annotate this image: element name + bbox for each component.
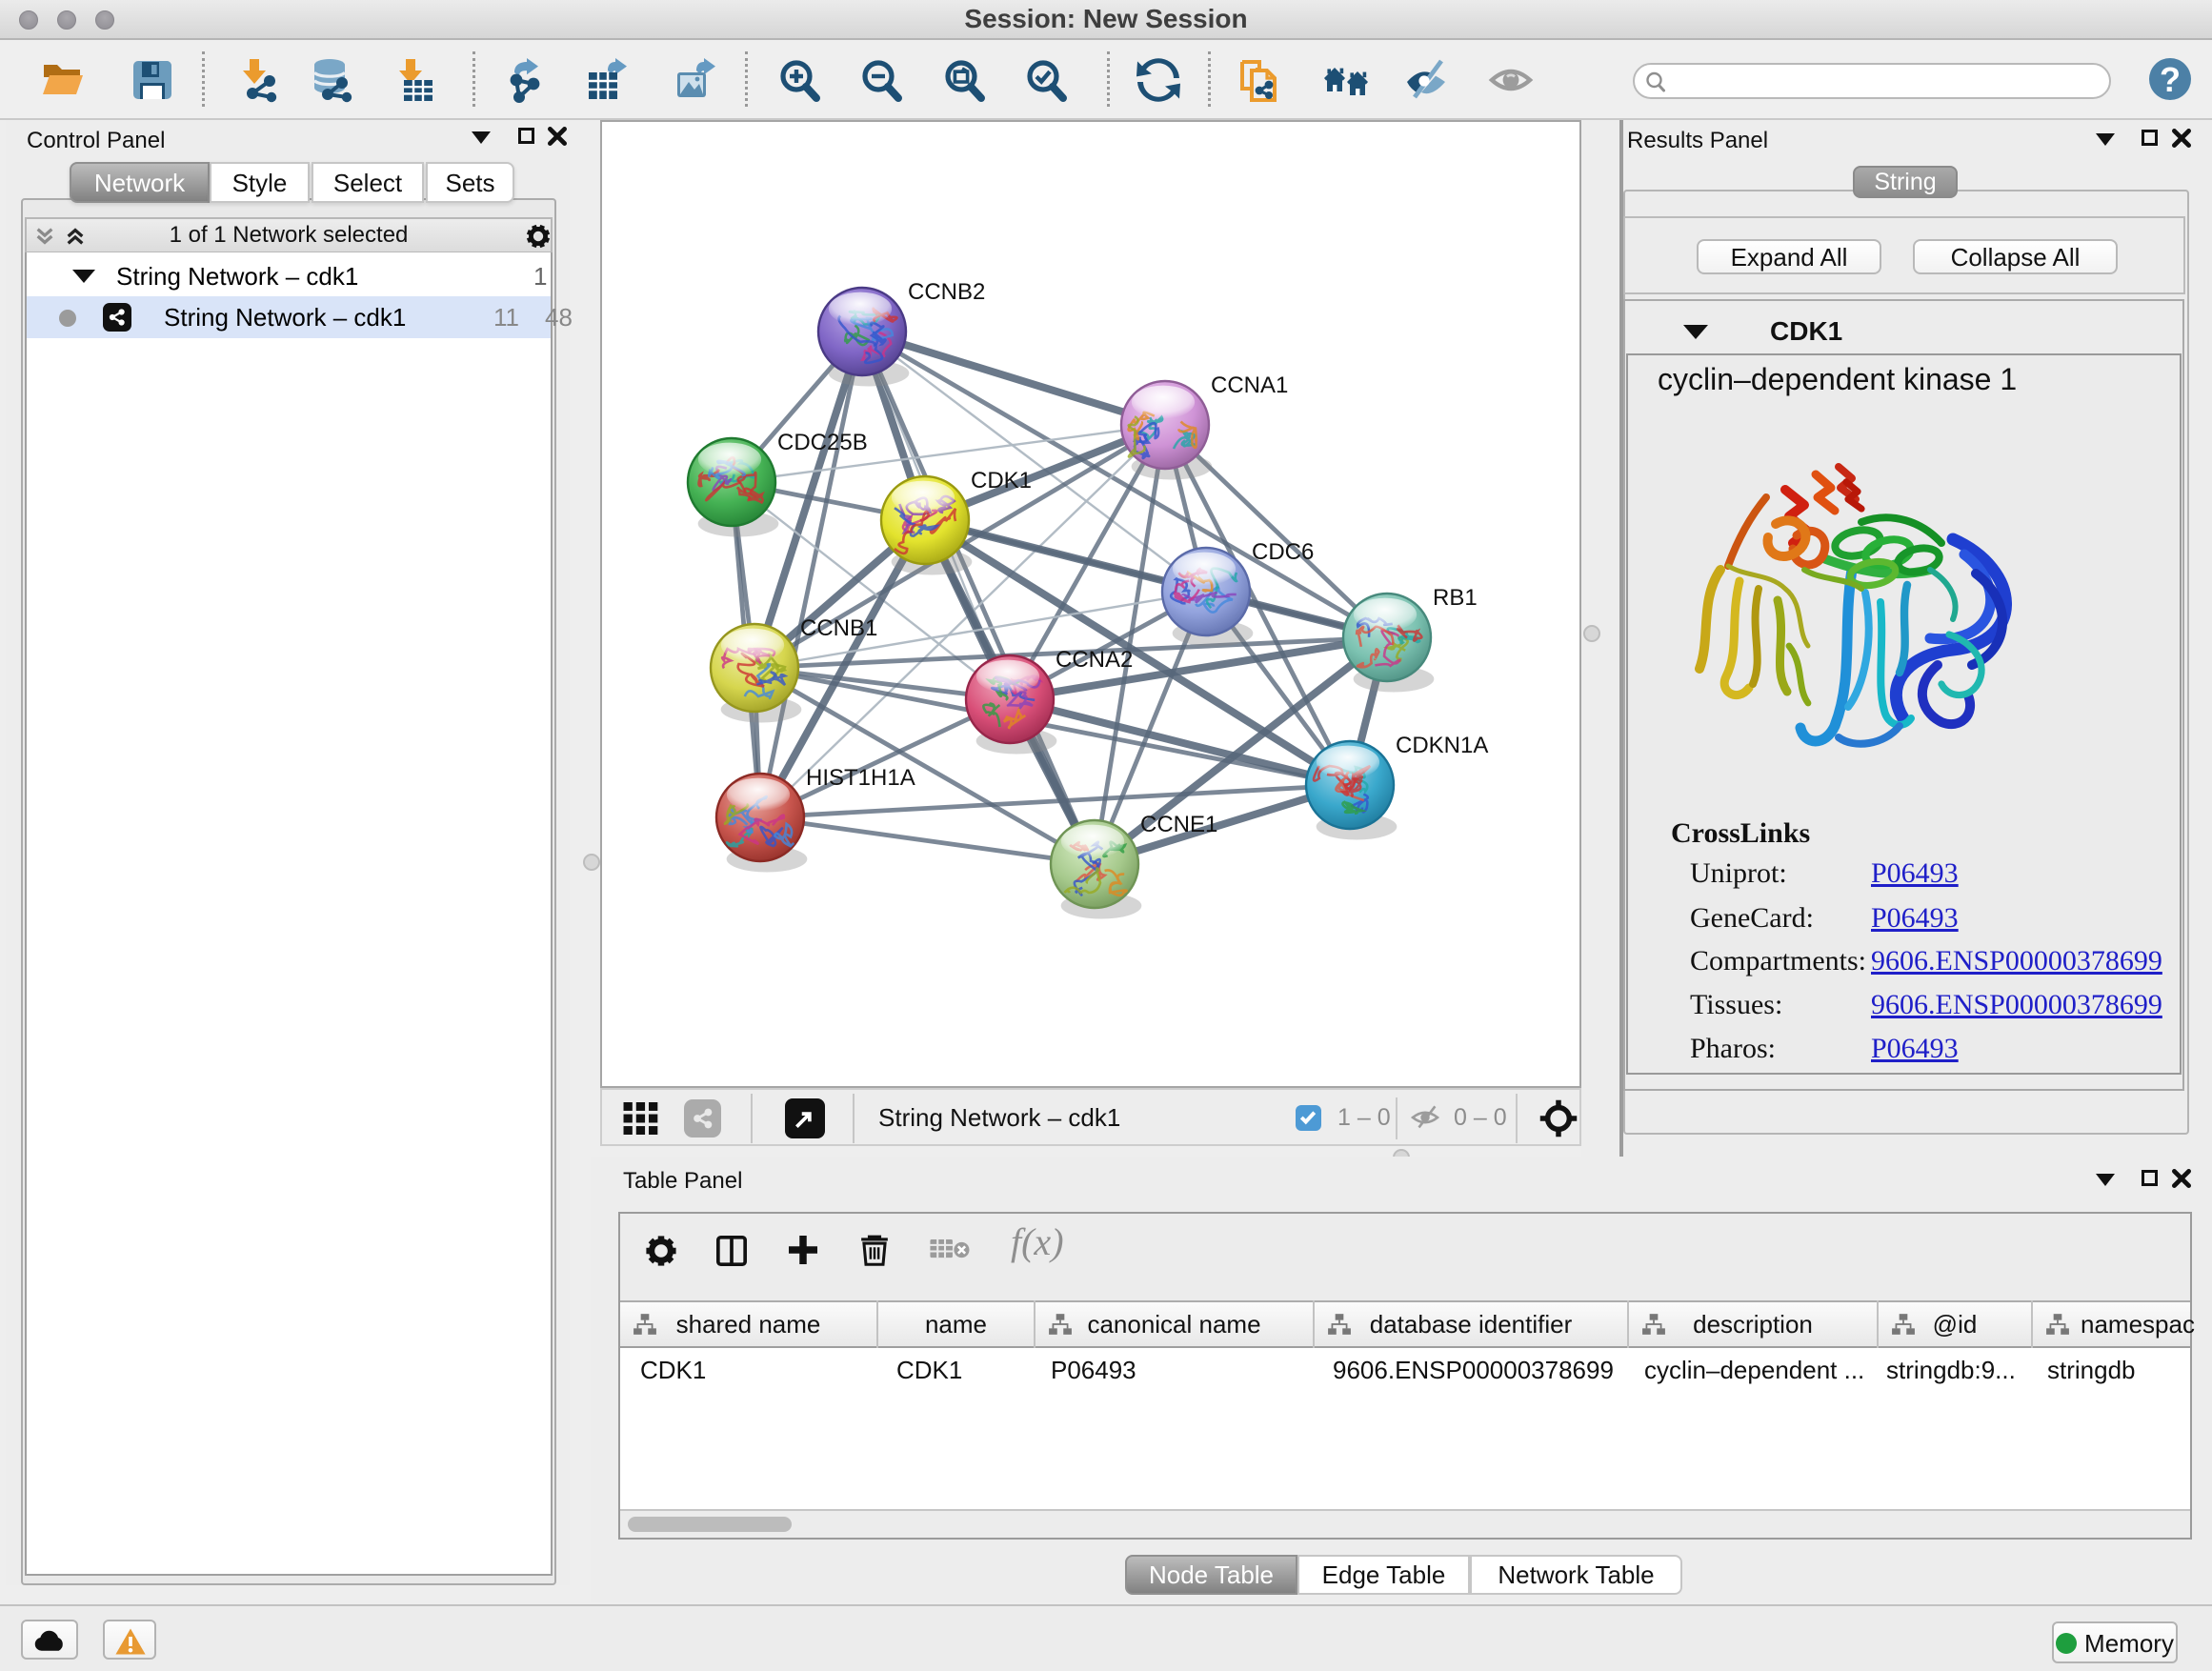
- svg-text:CDC25B: CDC25B: [777, 430, 868, 455]
- svg-text:HIST1H1A: HIST1H1A: [806, 765, 915, 791]
- svg-text:CCNE1: CCNE1: [1140, 812, 1217, 837]
- svg-text:CDC6: CDC6: [1252, 539, 1314, 565]
- svg-text:CCNB2: CCNB2: [908, 279, 985, 305]
- svg-text:CDKN1A: CDKN1A: [1396, 733, 1488, 758]
- svg-text:CDK1: CDK1: [971, 468, 1032, 493]
- svg-text:?: ?: [2160, 60, 2181, 99]
- svg-text:CCNB1: CCNB1: [800, 615, 877, 641]
- svg-text:CCNA2: CCNA2: [1056, 647, 1133, 673]
- svg-text:RB1: RB1: [1433, 585, 1478, 611]
- svg-text:CCNA1: CCNA1: [1211, 372, 1288, 398]
